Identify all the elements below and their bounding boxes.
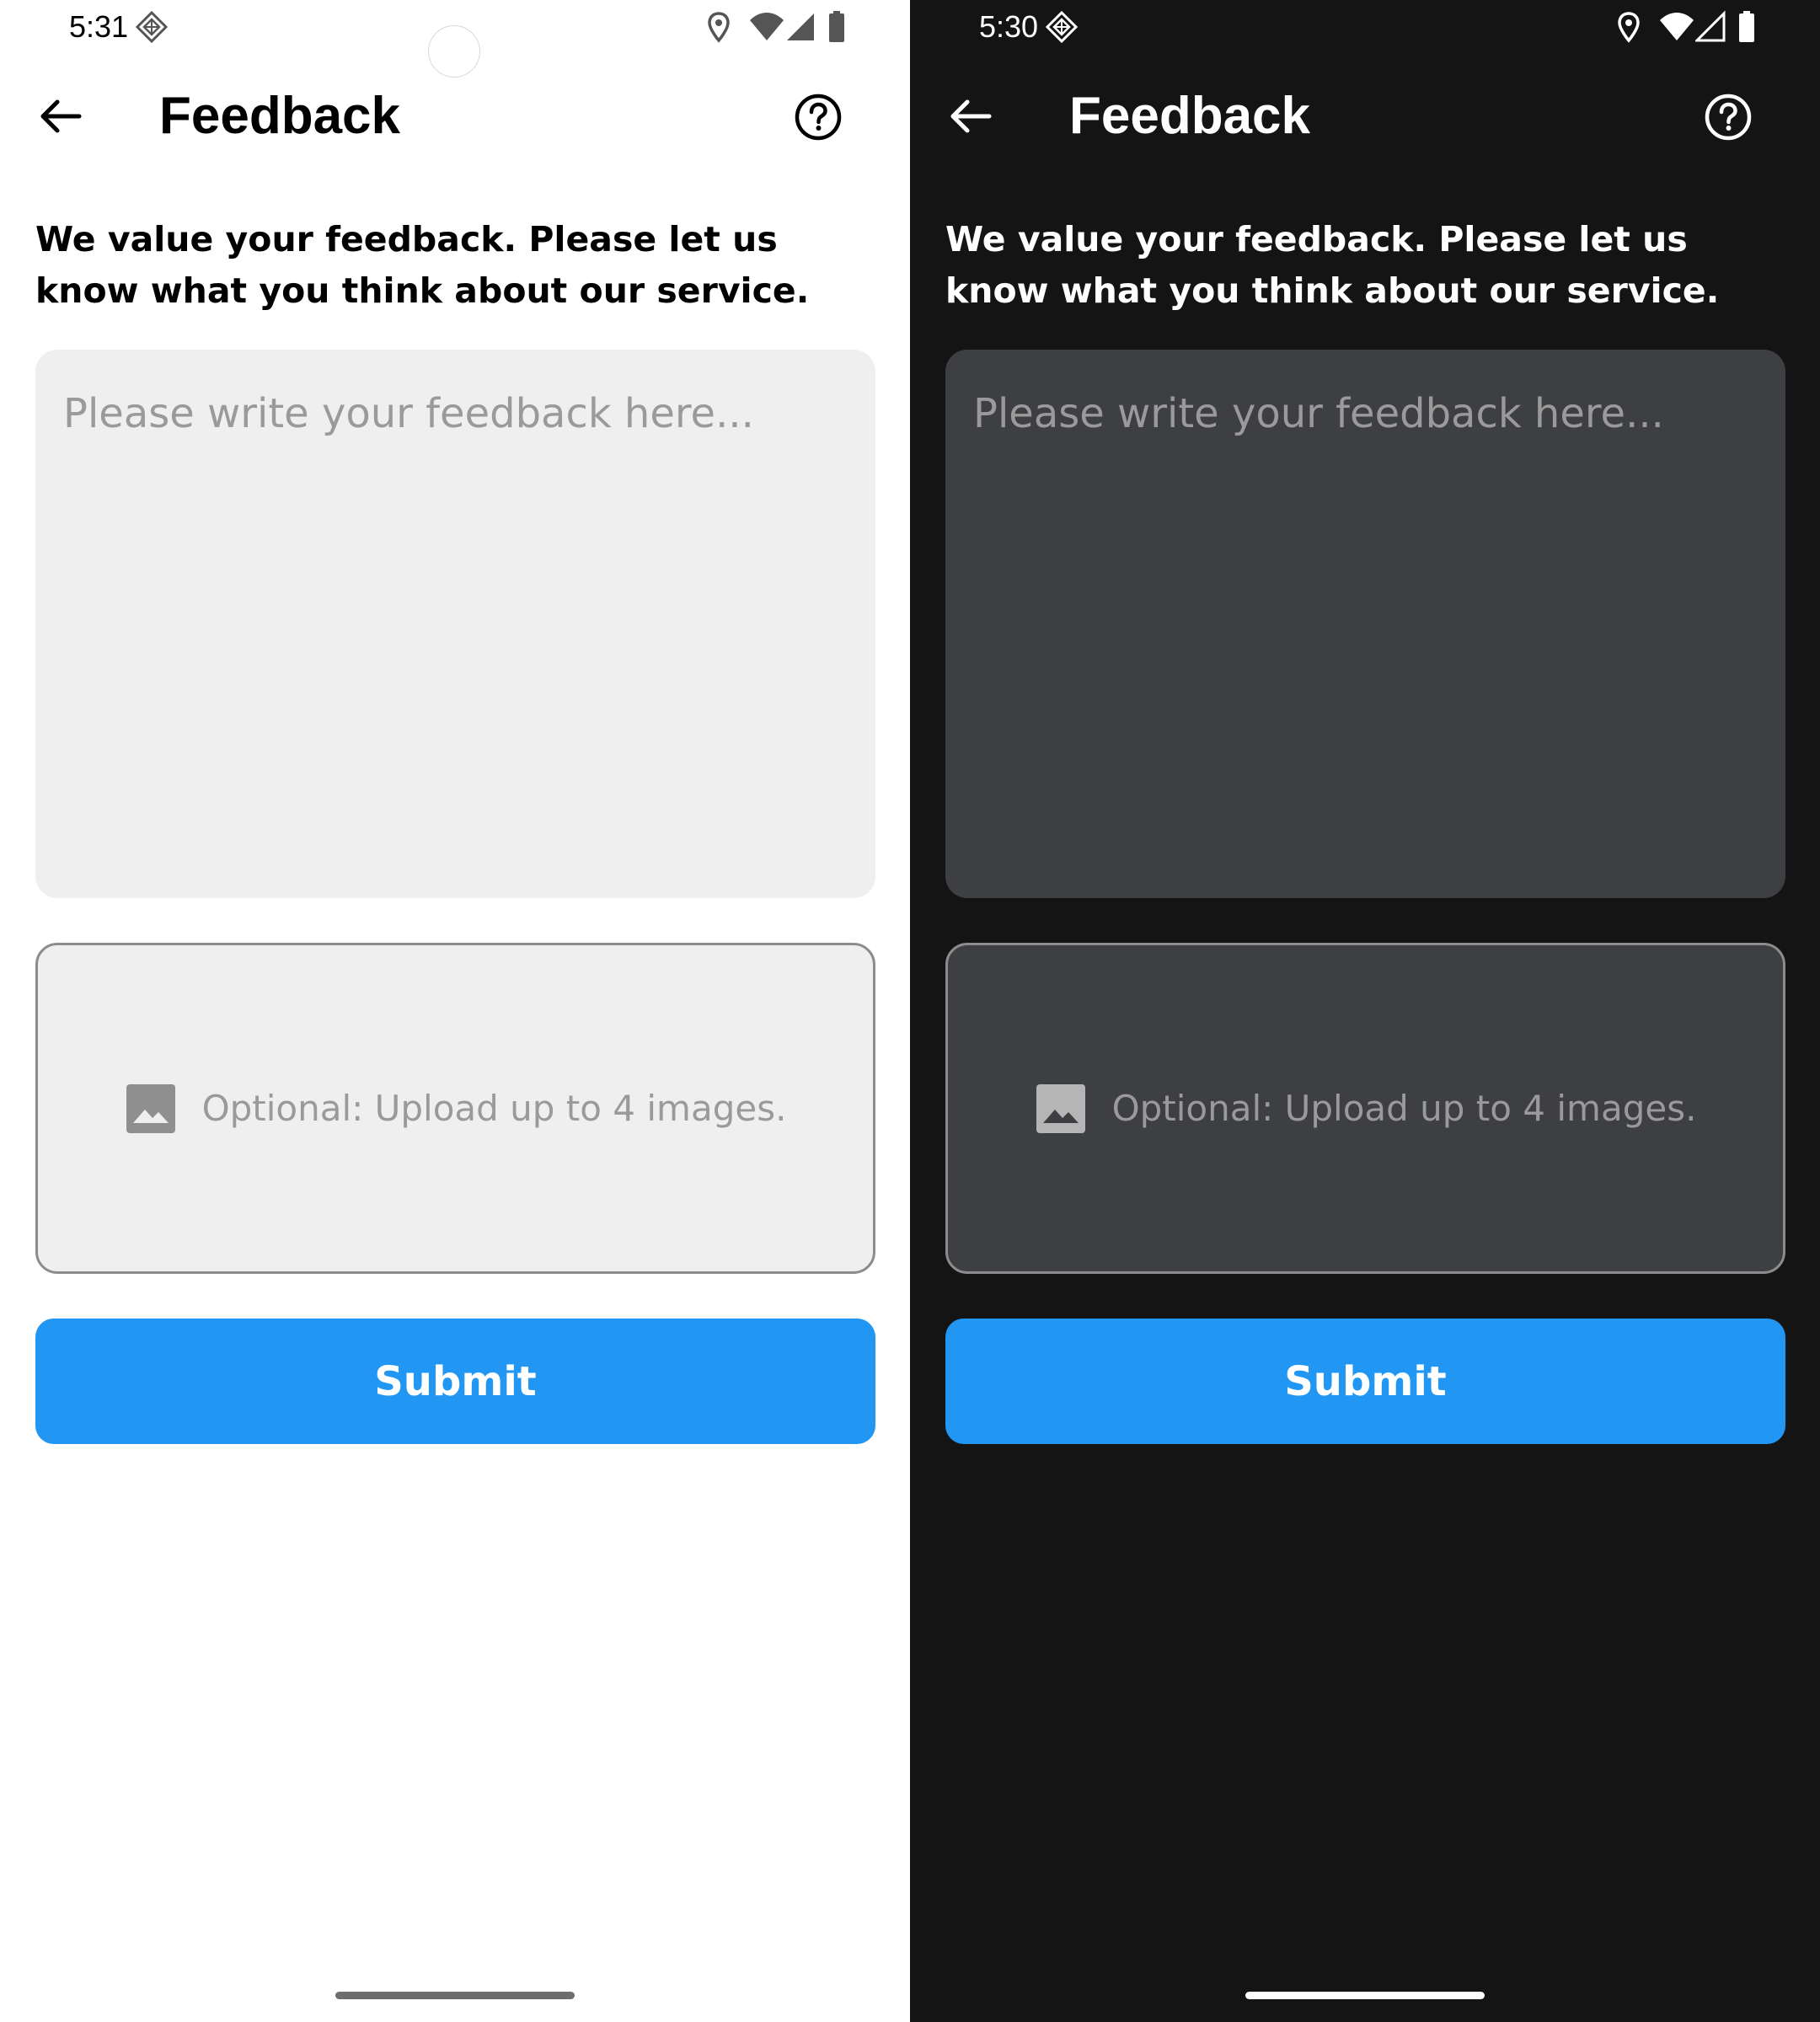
feedback-screen-light: 5:31 Feedback We value your feedback. Pl… (0, 0, 910, 2022)
status-time: 5:30 (979, 9, 1039, 44)
app-diamond-icon (135, 10, 169, 44)
feedback-screen-dark: 5:30 Feedback We value your feedback. Pl… (910, 0, 1820, 2022)
image-icon (1036, 1083, 1085, 1133)
upload-label: Optional: Upload up to 4 images. (1111, 1088, 1697, 1129)
page-title: Feedback (159, 87, 401, 145)
page-title: Feedback (1069, 87, 1311, 145)
status-time: 5:31 (69, 9, 129, 44)
feedback-input[interactable] (945, 350, 1785, 898)
submit-button[interactable]: Submit (35, 1319, 875, 1444)
status-bar: 5:30 (910, 0, 1820, 54)
app-diamond-icon (1045, 10, 1079, 44)
home-indicator[interactable] (335, 1992, 575, 1999)
cell-signal-icon (787, 13, 814, 40)
arrow-back-icon[interactable] (30, 86, 91, 147)
image-icon (126, 1083, 175, 1133)
intro-text: We value your feedback. Please let us kn… (35, 219, 810, 311)
battery-icon (829, 11, 844, 42)
cell-signal-icon (1695, 10, 1726, 42)
app-bar: Feedback (0, 76, 910, 157)
help-circle-icon[interactable] (1699, 88, 1758, 147)
arrow-back-icon[interactable] (940, 86, 1001, 147)
image-upload-area[interactable]: Optional: Upload up to 4 images. (945, 943, 1785, 1274)
battery-icon (1739, 11, 1754, 42)
feedback-input[interactable] (35, 350, 875, 898)
image-upload-area[interactable]: Optional: Upload up to 4 images. (35, 943, 875, 1274)
upload-label: Optional: Upload up to 4 images. (201, 1088, 787, 1129)
app-bar: Feedback (910, 76, 1820, 157)
location-pin-icon (1618, 12, 1640, 43)
home-indicator[interactable] (1245, 1992, 1485, 1999)
wifi-icon (750, 13, 784, 40)
help-circle-icon[interactable] (789, 88, 848, 147)
intro-text: We value your feedback. Please let us kn… (945, 219, 1720, 311)
location-pin-icon (708, 12, 730, 43)
status-bar: 5:31 (0, 0, 910, 78)
camera-cutout (428, 25, 480, 78)
submit-button[interactable]: Submit (945, 1319, 1785, 1444)
wifi-icon (1660, 13, 1694, 40)
